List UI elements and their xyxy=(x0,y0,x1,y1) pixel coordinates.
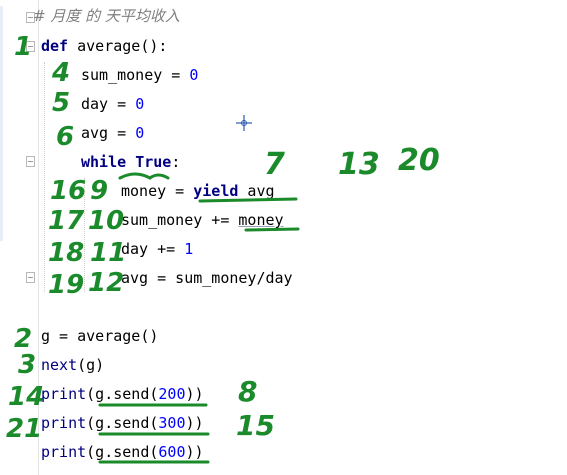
ink-underline-money xyxy=(244,227,300,232)
ink-underline-yield xyxy=(198,197,298,203)
ink-scribble xyxy=(118,172,170,180)
ink-scribbles xyxy=(98,172,300,464)
